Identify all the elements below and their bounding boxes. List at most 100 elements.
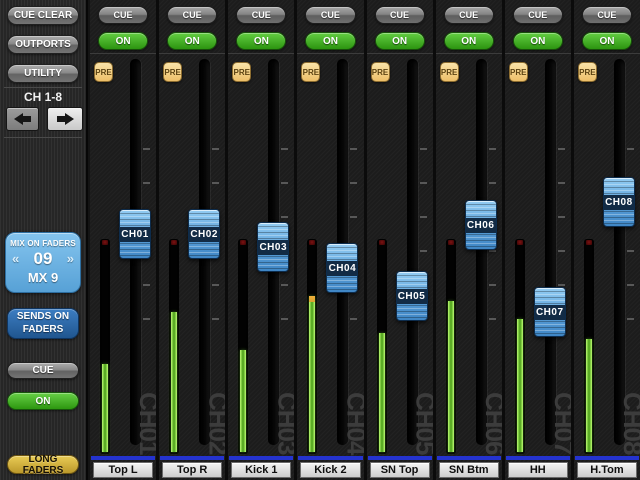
- pre-badge[interactable]: PRE: [301, 62, 321, 82]
- pre-badge[interactable]: PRE: [577, 62, 597, 82]
- on-button[interactable]: ON: [512, 32, 563, 50]
- channel-name[interactable]: HH: [507, 462, 568, 478]
- pre-badge[interactable]: PRE: [94, 62, 113, 82]
- fader-track: [475, 59, 487, 445]
- cue-button[interactable]: CUE: [236, 6, 287, 24]
- pre-badge[interactable]: PRE: [370, 62, 390, 82]
- fader-scale-tick: [626, 284, 634, 286]
- pre-badge[interactable]: PRE: [232, 62, 252, 82]
- cue-button[interactable]: CUE: [305, 6, 356, 24]
- utility-button[interactable]: UTILITY: [7, 64, 79, 83]
- channel-ghost-label: CH06: [479, 392, 502, 455]
- fader-cap[interactable]: CH05: [395, 271, 428, 321]
- level-meter: [100, 239, 110, 454]
- cue-clear-button[interactable]: CUE CLEAR: [7, 6, 79, 25]
- sends-on-faders-button[interactable]: SENDS ON FADERS: [7, 308, 79, 339]
- on-button[interactable]: ON: [581, 32, 632, 50]
- channel-name[interactable]: SN Btm: [438, 462, 499, 478]
- cue-button[interactable]: CUE: [443, 6, 494, 24]
- on-button[interactable]: ON: [305, 32, 356, 50]
- on-button[interactable]: ON: [374, 32, 425, 50]
- fader-cap[interactable]: CH01: [119, 209, 151, 259]
- master-on-button[interactable]: ON: [7, 392, 79, 410]
- meter-fill: [240, 350, 247, 452]
- strip-divider: [573, 53, 640, 54]
- channel-strip: CUE ON PRE CH08 CH08 H.Tom: [573, 0, 640, 480]
- channel-accent-line: [436, 456, 501, 460]
- channel-name[interactable]: Top L: [93, 462, 154, 478]
- bank-prev-button[interactable]: [6, 107, 39, 131]
- channel-ghost-label: CH04: [341, 392, 364, 455]
- pre-badge[interactable]: PRE: [508, 62, 528, 82]
- channel-name[interactable]: Kick 2: [300, 462, 361, 478]
- pre-badge[interactable]: PRE: [163, 62, 183, 82]
- strip-divider: [90, 53, 157, 54]
- arrow-right-icon: [56, 113, 74, 125]
- mix-name: MX 9: [27, 270, 59, 285]
- meter-fill: [516, 319, 523, 452]
- outports-button[interactable]: OUTPORTS: [7, 35, 79, 54]
- channel-accent-line: [160, 456, 225, 460]
- bank-next-button[interactable]: [47, 107, 83, 131]
- mix-prev-chevron-icon[interactable]: «: [12, 248, 19, 270]
- sidebar: CUE CLEAR OUTPORTS UTILITY CH 1-8 MIX ON…: [0, 0, 88, 480]
- clip-led-icon: [447, 240, 454, 245]
- mix-on-faders-panel[interactable]: MIX ON FADERS « 09 » MX 9: [5, 232, 81, 293]
- fader-scale-tick: [557, 182, 565, 184]
- cue-button[interactable]: CUE: [581, 6, 632, 24]
- meter-fill: [171, 312, 178, 452]
- fader-scale-tick: [488, 284, 496, 286]
- clip-led-icon: [378, 240, 385, 245]
- fader-cap-label: CH07: [534, 305, 565, 320]
- pre-badge[interactable]: PRE: [439, 62, 459, 82]
- fader-scale-tick: [557, 148, 565, 150]
- on-button[interactable]: ON: [167, 32, 218, 50]
- fader-track: [613, 59, 625, 445]
- on-button[interactable]: ON: [98, 32, 149, 50]
- on-button[interactable]: ON: [443, 32, 494, 50]
- level-meter: [376, 239, 387, 454]
- channel-name[interactable]: Kick 1: [231, 462, 292, 478]
- fader-cap[interactable]: CH07: [533, 287, 566, 337]
- fader-cap[interactable]: CH03: [257, 222, 290, 272]
- fader-scale-tick: [488, 318, 496, 320]
- strip-divider: [504, 53, 571, 54]
- cue-button[interactable]: CUE: [98, 6, 149, 24]
- long-faders-button[interactable]: LONG FADERS: [7, 454, 79, 476]
- strip-divider: [297, 53, 364, 54]
- fader-scale-tick: [488, 182, 496, 184]
- fader-scale-tick: [488, 250, 496, 252]
- channel-ghost-label: CH03: [272, 392, 295, 455]
- fader-cap[interactable]: CH08: [602, 177, 635, 227]
- clip-led-icon: [516, 240, 523, 245]
- channel-name[interactable]: Top R: [162, 462, 223, 478]
- channel-accent-line: [505, 456, 570, 460]
- cue-button[interactable]: CUE: [512, 6, 563, 24]
- mix-on-faders-title: MIX ON FADERS: [10, 239, 76, 248]
- mix-next-chevron-icon[interactable]: »: [67, 248, 74, 270]
- fader-scale-tick: [143, 182, 150, 184]
- master-cue-button[interactable]: CUE: [7, 362, 79, 379]
- channel-name[interactable]: SN Top: [369, 462, 430, 478]
- clip-led-icon: [240, 240, 247, 245]
- fader-cap[interactable]: CH06: [464, 200, 497, 250]
- fader-cap-label: CH02: [189, 227, 220, 242]
- sidebar-divider: [4, 87, 82, 88]
- clip-led-icon: [585, 240, 592, 245]
- strip-divider: [159, 53, 226, 54]
- fader-scale-tick: [557, 250, 565, 252]
- fader-cap-label: CH03: [258, 240, 289, 255]
- fader-cap[interactable]: CH04: [326, 243, 359, 293]
- channel-name[interactable]: H.Tom: [576, 462, 637, 478]
- on-button[interactable]: ON: [236, 32, 287, 50]
- channel-strip: CUE ON PRE CH05 CH05 SN Top: [366, 0, 433, 480]
- cue-button[interactable]: CUE: [374, 6, 425, 24]
- cue-button[interactable]: CUE: [167, 6, 218, 24]
- fader-scale-tick: [419, 148, 427, 150]
- channel-accent-line: [574, 456, 639, 460]
- fader-scale-tick: [212, 284, 220, 286]
- level-meter: [514, 239, 525, 454]
- channel-accent-line: [367, 456, 432, 460]
- fader-scale-tick: [281, 182, 289, 184]
- fader-cap[interactable]: CH02: [188, 209, 221, 259]
